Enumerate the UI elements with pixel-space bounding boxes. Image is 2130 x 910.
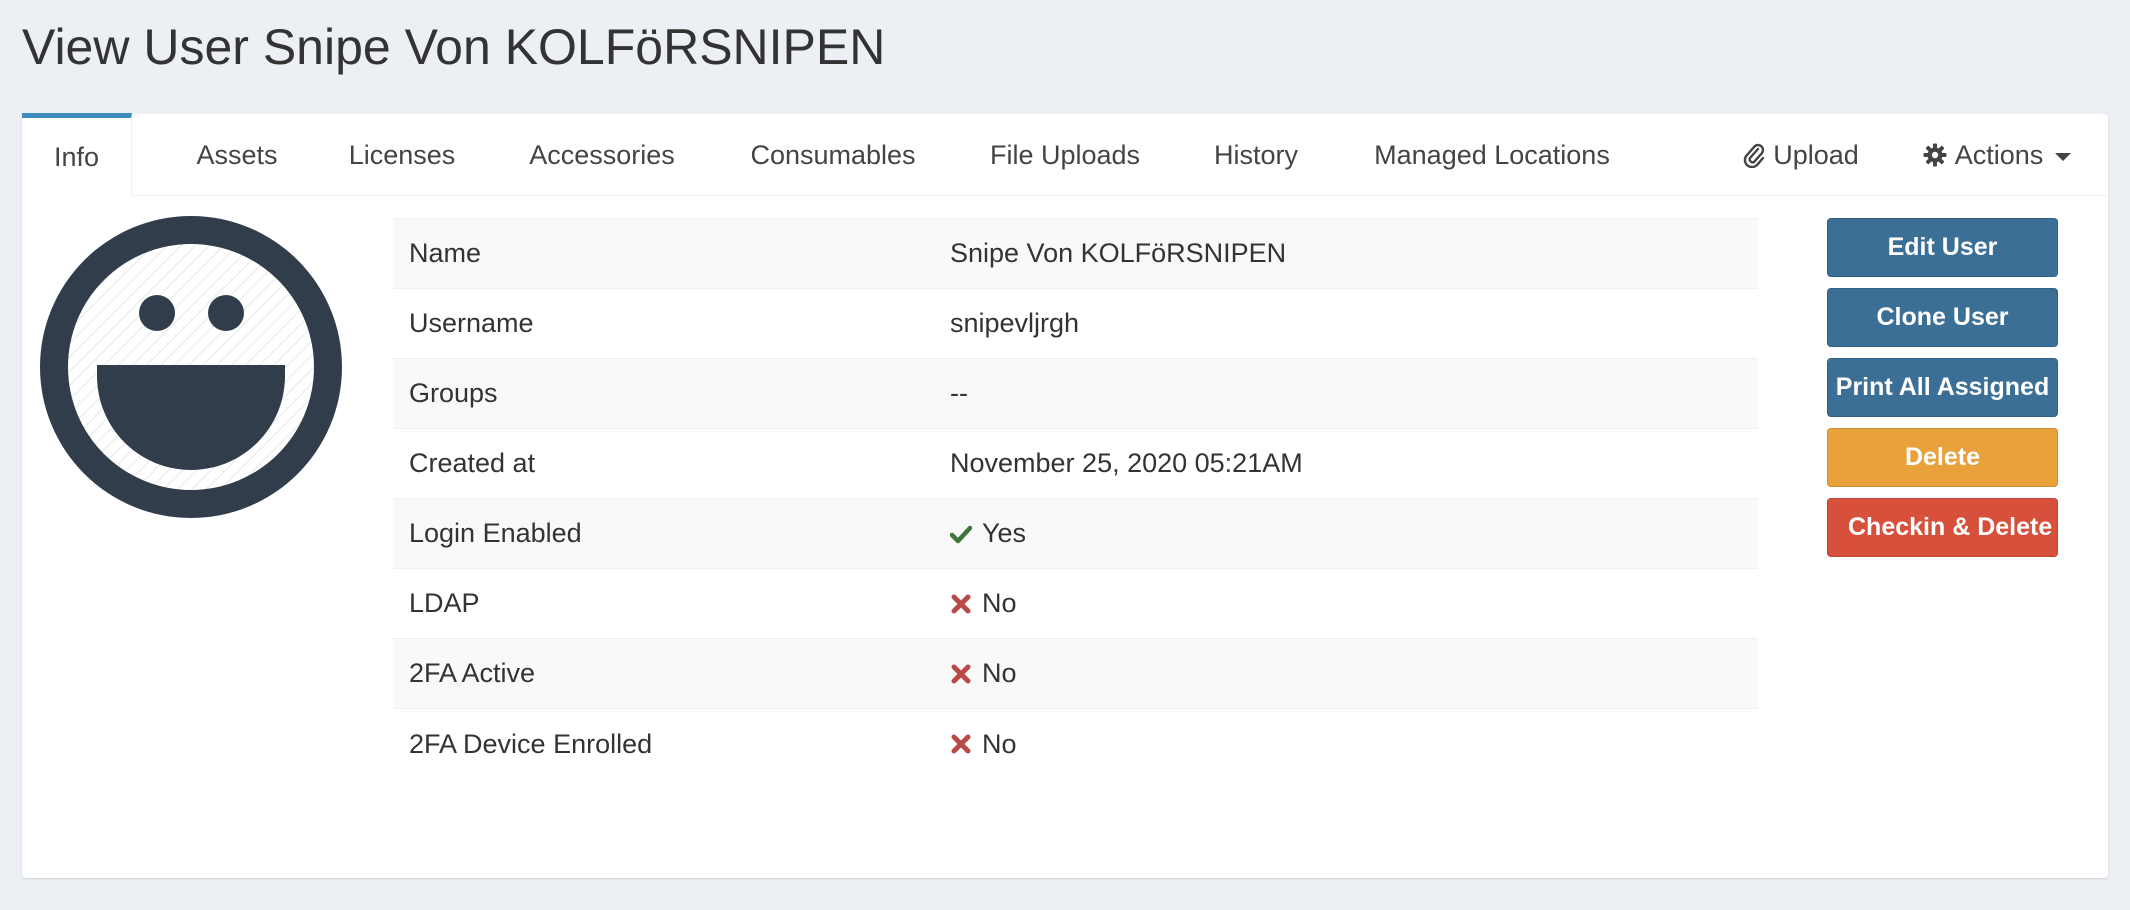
gear-icon xyxy=(1923,143,1947,167)
detail-value: No xyxy=(982,588,1017,618)
tab-licenses[interactable]: Licenses xyxy=(322,114,482,196)
print-all-assigned-button[interactable]: Print All Assigned xyxy=(1827,358,2058,417)
tab-bar: Info Assets Licenses Accessories Consuma… xyxy=(22,113,2108,197)
tab-managed-locations[interactable]: Managed Locations xyxy=(1344,114,1640,196)
detail-key: Name xyxy=(409,238,482,268)
detail-value: Snipe Von KOLFöRSNIPEN xyxy=(950,238,1287,268)
detail-key: LDAP xyxy=(409,588,480,618)
user-details-table: Name Snipe Von KOLFöRSNIPEN Username sni… xyxy=(393,218,1758,779)
detail-value: No xyxy=(982,728,1017,759)
detail-row-ldap: LDAP No xyxy=(393,569,1758,639)
detail-value: No xyxy=(982,658,1017,688)
user-info-panel: Info Assets Licenses Accessories Consuma… xyxy=(22,113,2108,878)
actions-label: Actions xyxy=(1954,139,2044,170)
tab-history-label: History xyxy=(1213,139,1298,170)
cross-icon xyxy=(950,733,972,755)
detail-value: snipevljrgh xyxy=(950,308,1080,338)
delete-button[interactable]: Delete xyxy=(1827,428,2058,487)
detail-key: Username xyxy=(409,308,534,338)
tab-accessories[interactable]: Accessories xyxy=(497,114,707,196)
upload-button[interactable]: Upload xyxy=(1726,114,1876,196)
tab-history[interactable]: History xyxy=(1182,114,1330,196)
detail-row-name: Name Snipe Von KOLFöRSNIPEN xyxy=(393,219,1758,289)
page-title: View User Snipe Von KOLFöRSNIPEN xyxy=(22,19,886,75)
tab-info[interactable]: Info xyxy=(22,113,132,197)
detail-key: Groups xyxy=(409,378,498,408)
detail-row-groups: Groups -- xyxy=(393,359,1758,429)
cross-icon xyxy=(950,663,972,685)
actions-dropdown[interactable]: Actions xyxy=(1912,114,2082,196)
caret-down-icon xyxy=(2055,153,2072,161)
detail-key: 2FA Device Enrolled xyxy=(409,728,653,759)
detail-row-login-enabled: Login Enabled Yes xyxy=(393,499,1758,569)
smiley-face-icon xyxy=(40,216,342,518)
checkin-delete-user-button[interactable]: Checkin & Delete User xyxy=(1827,498,2058,557)
detail-row-2fa-active: 2FA Active No xyxy=(393,639,1758,709)
clone-user-button[interactable]: Clone User xyxy=(1827,288,2058,347)
check-icon xyxy=(950,523,972,545)
cross-icon xyxy=(950,593,972,615)
tab-assets-label: Assets xyxy=(196,139,278,170)
tab-file-uploads[interactable]: File Uploads xyxy=(962,114,1168,196)
upload-label: Upload xyxy=(1773,139,1859,170)
detail-row-2fa-device-enrolled: 2FA Device Enrolled No xyxy=(393,709,1758,779)
paperclip-icon xyxy=(1743,142,1765,168)
user-action-buttons: Edit User Clone User Print All Assigned … xyxy=(1827,218,2058,568)
edit-user-button[interactable]: Edit User xyxy=(1827,218,2058,277)
tab-consumables[interactable]: Consumables xyxy=(722,114,944,196)
tab-accessories-label: Accessories xyxy=(529,139,675,170)
tab-assets[interactable]: Assets xyxy=(162,114,312,196)
detail-key: Created at xyxy=(409,448,536,478)
detail-value: -- xyxy=(950,378,968,408)
tab-consumables-label: Consumables xyxy=(750,139,916,170)
tab-licenses-label: Licenses xyxy=(348,139,456,170)
detail-key: Login Enabled xyxy=(409,518,582,548)
detail-value: November 25, 2020 05:21AM xyxy=(950,448,1303,478)
detail-value: Yes xyxy=(982,518,1027,548)
avatar xyxy=(40,216,342,518)
tab-managed-locations-label: Managed Locations xyxy=(1374,139,1610,170)
tab-file-uploads-label: File Uploads xyxy=(989,139,1141,170)
detail-key: 2FA Active xyxy=(409,658,536,688)
tab-info-label: Info xyxy=(53,142,100,172)
detail-row-username: Username snipevljrgh xyxy=(393,289,1758,359)
detail-row-created-at: Created at November 25, 2020 05:21AM xyxy=(393,429,1758,499)
